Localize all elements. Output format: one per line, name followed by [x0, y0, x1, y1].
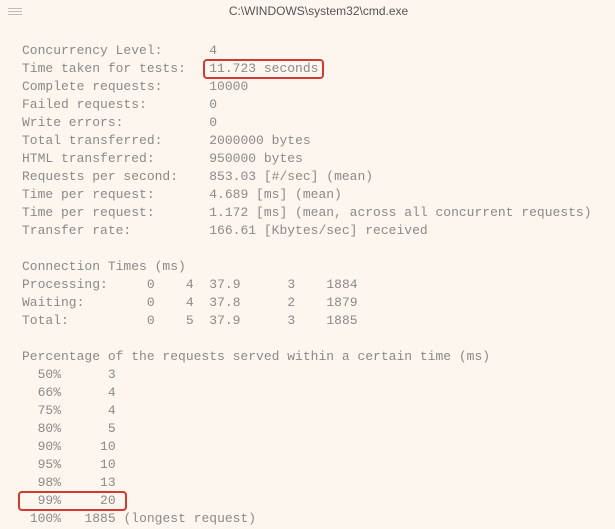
row-failed: Failed requests: 0 — [22, 97, 217, 112]
row-total-transferred: Total transferred: 2000000 bytes — [22, 133, 311, 148]
row-total: Total: 0 5 37.9 3 1885 — [22, 313, 358, 328]
row-time-taken: Time taken for tests: 11.723 seconds — [22, 61, 318, 76]
row-p66: 66% 4 — [22, 385, 116, 400]
row-complete: Complete requests: 10000 — [22, 79, 248, 94]
highlight-p99: 99% 20 — [18, 491, 127, 511]
terminal-output: Concurrency Level: 4 Time taken for test… — [0, 22, 615, 528]
row-p50: 50% 3 — [22, 367, 116, 382]
row-tpr1: Time per request: 4.689 [ms] (mean) — [22, 187, 342, 202]
window-title: C:\WINDOWS\system32\cmd.exe — [30, 4, 607, 18]
menu-icon[interactable] — [8, 4, 22, 18]
row-p80: 80% 5 — [22, 421, 116, 436]
row-processing: Processing: 0 4 37.9 3 1884 — [22, 277, 358, 292]
row-p100: 100% 1885 (longest request) — [22, 511, 256, 526]
conn-times-header: Connection Times (ms) — [22, 259, 186, 274]
row-write-errors: Write errors: 0 — [22, 115, 217, 130]
row-tpr2: Time per request: 1.172 [ms] (mean, acro… — [22, 205, 592, 220]
row-transfer: Transfer rate: 166.61 [Kbytes/sec] recei… — [22, 223, 428, 238]
row-p90: 90% 10 — [22, 439, 116, 454]
row-html-transferred: HTML transferred: 950000 bytes — [22, 151, 303, 166]
row-p75: 75% 4 — [22, 403, 116, 418]
percentiles-header: Percentage of the requests served within… — [22, 349, 490, 364]
row-concurrency: Concurrency Level: 4 — [22, 43, 217, 58]
row-waiting: Waiting: 0 4 37.8 2 1879 — [22, 295, 358, 310]
row-p98: 98% 13 — [22, 475, 116, 490]
row-p95: 95% 10 — [22, 457, 116, 472]
row-rps: Requests per second: 853.03 [#/sec] (mea… — [22, 169, 373, 184]
row-p99: 99% 20 — [22, 493, 123, 508]
highlight-time-taken: 11.723 seconds — [203, 59, 324, 79]
title-bar: C:\WINDOWS\system32\cmd.exe — [0, 0, 615, 22]
